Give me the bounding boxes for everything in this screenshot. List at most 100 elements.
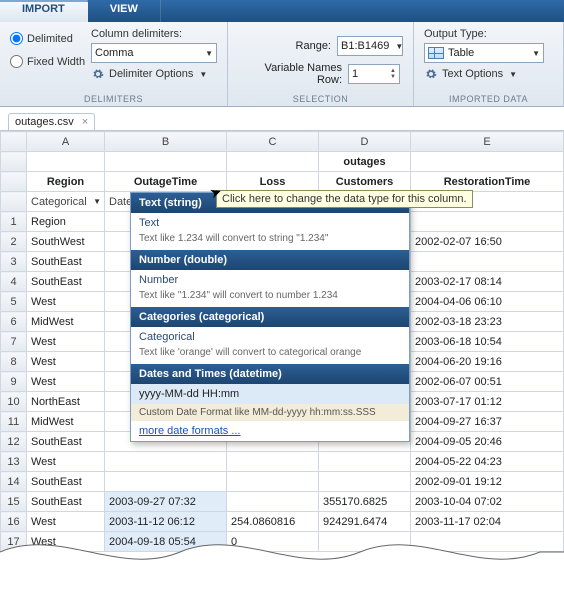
delimiter-options-button[interactable]: Delimiter Options ▼ <box>91 67 217 81</box>
row-number[interactable]: 13 <box>1 452 27 472</box>
cell[interactable]: West <box>27 292 105 312</box>
cell[interactable]: 355170.6825 <box>319 492 411 512</box>
output-type-label: Output Type: <box>424 28 553 40</box>
radio-fixed-width[interactable]: Fixed Width <box>10 55 91 68</box>
cell[interactable]: SouthWest <box>27 232 105 252</box>
text-options-button[interactable]: Text Options ▼ <box>424 67 553 81</box>
field-header[interactable]: Loss <box>227 172 319 192</box>
cell[interactable]: 2002-06-07 00:51 <box>411 372 564 392</box>
col-header[interactable]: A <box>27 132 105 152</box>
row-number[interactable]: 16 <box>1 512 27 532</box>
row-number[interactable]: 17 <box>1 532 27 552</box>
cell[interactable]: 924291.6474 <box>319 512 411 532</box>
cell[interactable]: West <box>27 452 105 472</box>
col-header[interactable]: B <box>105 132 227 152</box>
col-header[interactable]: C <box>227 132 319 152</box>
cell[interactable]: 0 <box>227 532 319 552</box>
more-formats-link[interactable]: more date formats ... <box>139 425 240 437</box>
row-number[interactable]: 14 <box>1 472 27 492</box>
cell[interactable]: West <box>27 372 105 392</box>
cell[interactable] <box>411 252 564 272</box>
cell[interactable] <box>227 492 319 512</box>
cell[interactable]: 2004-09-18 05:54 <box>105 532 227 552</box>
cell[interactable] <box>411 532 564 552</box>
cell[interactable]: West <box>27 532 105 552</box>
cell[interactable]: 254.0860816 <box>227 512 319 532</box>
cell[interactable]: 2004-06-20 19:16 <box>411 352 564 372</box>
cell[interactable]: 2004-05-22 04:23 <box>411 452 564 472</box>
cell[interactable] <box>319 532 411 552</box>
popup-item-text[interactable]: Text <box>131 213 409 233</box>
radio-fixed-input[interactable] <box>10 55 23 68</box>
field-header[interactable]: Region <box>27 172 105 192</box>
cell[interactable]: 2003-11-12 06:12 <box>105 512 227 532</box>
cell[interactable]: 2003-02-17 08:14 <box>411 272 564 292</box>
row-number[interactable]: 11 <box>1 412 27 432</box>
cell[interactable]: West <box>27 352 105 372</box>
col-header[interactable]: D <box>319 132 411 152</box>
row-number[interactable]: 6 <box>1 312 27 332</box>
cell[interactable]: SouthEast <box>27 252 105 272</box>
cell[interactable]: 2004-09-05 20:46 <box>411 432 564 452</box>
radio-delimited[interactable]: Delimited <box>10 32 91 45</box>
row-number[interactable]: 8 <box>1 352 27 372</box>
output-type-combo[interactable]: Table ▼ <box>424 43 544 63</box>
cell[interactable]: 2003-06-18 10:54 <box>411 332 564 352</box>
cell[interactable] <box>411 212 564 232</box>
row-number[interactable]: 12 <box>1 432 27 452</box>
cell[interactable]: SouthEast <box>27 432 105 452</box>
range-field[interactable]: B1:B1469 ▼ <box>337 36 403 56</box>
popup-hint: Text like 1.234 will convert to string "… <box>131 233 409 250</box>
cell[interactable]: MidWest <box>27 312 105 332</box>
row-number[interactable]: 2 <box>1 232 27 252</box>
vnr-field[interactable]: 1 ▲ ▼ <box>348 64 400 84</box>
cell[interactable] <box>227 472 319 492</box>
cell[interactable] <box>105 472 227 492</box>
cell[interactable]: West <box>27 332 105 352</box>
cell[interactable]: 2004-09-27 16:37 <box>411 412 564 432</box>
row-number[interactable]: 4 <box>1 272 27 292</box>
cell[interactable]: Region <box>27 212 105 232</box>
cell[interactable]: 2003-09-27 07:32 <box>105 492 227 512</box>
cell[interactable]: NorthEast <box>27 392 105 412</box>
radio-delimited-input[interactable] <box>10 32 23 45</box>
cell[interactable]: SouthEast <box>27 272 105 292</box>
row-number[interactable]: 3 <box>1 252 27 272</box>
cell[interactable]: 2004-04-06 06:10 <box>411 292 564 312</box>
field-header[interactable]: Customers <box>319 172 411 192</box>
spinner-down-icon[interactable]: ▼ <box>390 74 396 80</box>
cell[interactable]: MidWest <box>27 412 105 432</box>
cell[interactable]: 2003-07-17 01:12 <box>411 392 564 412</box>
row-number[interactable]: 9 <box>1 372 27 392</box>
col-header[interactable]: E <box>411 132 564 152</box>
cell[interactable] <box>319 472 411 492</box>
column-delimiters-combo[interactable]: Comma ▼ <box>91 43 217 63</box>
cell[interactable] <box>105 452 227 472</box>
document-tab[interactable]: outages.csv × <box>8 113 95 130</box>
cell[interactable]: SouthEast <box>27 492 105 512</box>
cell[interactable] <box>319 452 411 472</box>
cell[interactable]: 2002-03-18 23:23 <box>411 312 564 332</box>
cell[interactable]: 2003-10-04 07:02 <box>411 492 564 512</box>
type-dropdown[interactable]: Categorical▼ <box>27 192 105 212</box>
cell[interactable]: West <box>27 512 105 532</box>
close-icon[interactable]: × <box>82 116 88 128</box>
row-number[interactable]: 1 <box>1 212 27 232</box>
tab-import[interactable]: IMPORT <box>0 0 88 22</box>
cell[interactable] <box>227 452 319 472</box>
cell[interactable]: 2003-11-17 02:04 <box>411 512 564 532</box>
field-header[interactable]: RestorationTime <box>411 172 564 192</box>
cell[interactable]: 2002-09-01 19:12 <box>411 472 564 492</box>
popup-item-categorical[interactable]: Categorical <box>131 327 409 347</box>
cell[interactable]: SouthEast <box>27 472 105 492</box>
row-number[interactable]: 10 <box>1 392 27 412</box>
popup-item-dateformat[interactable]: yyyy-MM-dd HH:mm <box>131 384 409 404</box>
tab-view[interactable]: VIEW <box>88 0 161 22</box>
popup-item-more-formats[interactable]: more date formats ... <box>131 421 409 441</box>
row-number[interactable]: 15 <box>1 492 27 512</box>
row-number[interactable]: 5 <box>1 292 27 312</box>
row-number[interactable]: 7 <box>1 332 27 352</box>
popup-item-custom[interactable]: Custom Date Format like MM-dd-yyyy hh:mm… <box>131 404 409 421</box>
cell[interactable]: 2002-02-07 16:50 <box>411 232 564 252</box>
popup-item-number[interactable]: Number <box>131 270 409 290</box>
